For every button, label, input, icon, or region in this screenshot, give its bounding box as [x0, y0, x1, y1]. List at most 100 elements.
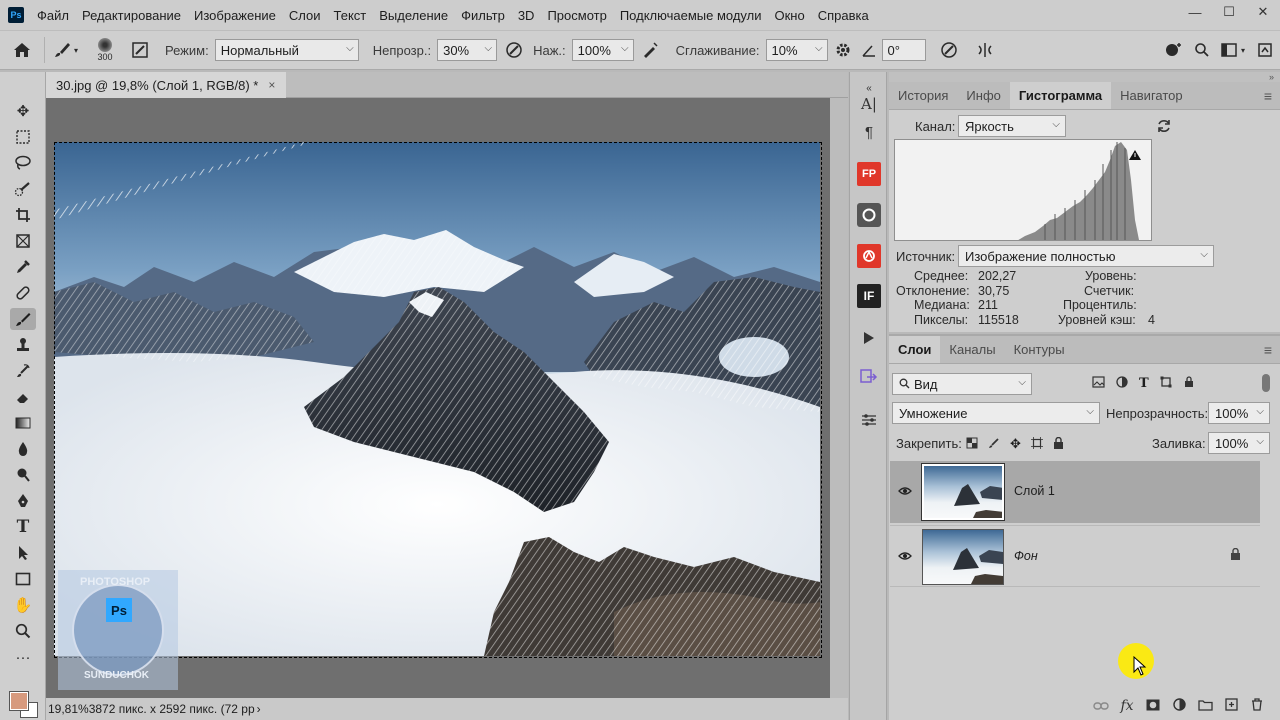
history-brush-tool-icon[interactable]	[10, 360, 36, 382]
filter-smart-object-icon[interactable]	[1183, 376, 1195, 391]
plugin-dark-icon[interactable]: IF	[857, 284, 881, 308]
visibility-eye-icon[interactable]	[898, 485, 912, 499]
menu-3d[interactable]: 3D	[518, 8, 535, 23]
menu-plugins[interactable]: Подключаемые модули	[620, 8, 762, 23]
visibility-eye-icon[interactable]	[898, 550, 912, 564]
layer-name[interactable]: Фон	[1014, 549, 1038, 563]
lock-icon[interactable]	[1230, 547, 1241, 563]
menu-select[interactable]: Выделение	[379, 8, 448, 23]
share-icon[interactable]	[1158, 35, 1188, 65]
move-tool-icon[interactable]: ✥	[10, 100, 36, 122]
menu-view[interactable]: Просмотр	[547, 8, 606, 23]
tab-history[interactable]: История	[889, 82, 957, 109]
clone-stamp-tool-icon[interactable]	[10, 334, 36, 356]
hand-tool-icon[interactable]: ✋	[10, 594, 36, 616]
pressure-size-icon[interactable]	[926, 35, 972, 65]
menu-help[interactable]: Справка	[818, 8, 869, 23]
delete-layer-icon[interactable]	[1244, 698, 1270, 714]
link-layers-icon[interactable]	[1088, 698, 1114, 714]
gradient-tool-icon[interactable]	[10, 412, 36, 434]
tab-channels[interactable]: Каналы	[940, 336, 1004, 363]
menu-file[interactable]: Файл	[37, 8, 69, 23]
menu-edit[interactable]: Редактирование	[82, 8, 181, 23]
brush-size-picker[interactable]: 300	[85, 35, 125, 65]
minimize-button[interactable]: —	[1178, 0, 1212, 24]
lock-transparent-icon[interactable]	[966, 437, 978, 452]
eyedropper-tool-icon[interactable]	[10, 256, 36, 278]
lock-all-icon[interactable]	[1053, 436, 1064, 452]
close-tab-icon[interactable]: ×	[268, 78, 275, 92]
menu-window[interactable]: Окно	[774, 8, 804, 23]
crop-tool-icon[interactable]	[10, 204, 36, 226]
panel-menu-icon[interactable]: ≡	[1256, 82, 1280, 109]
pressure-input[interactable]: 100% ⌵	[571, 39, 634, 61]
eraser-tool-icon[interactable]	[10, 386, 36, 408]
paragraph-panel-icon[interactable]: ¶	[857, 120, 881, 144]
opacity-input[interactable]: 30% ⌵	[437, 39, 498, 61]
menu-layers[interactable]: Слои	[289, 8, 321, 23]
rectangle-tool-icon[interactable]	[10, 568, 36, 590]
plugin-circle-icon[interactable]	[857, 203, 881, 227]
brush-preset-icon[interactable]: ▾	[45, 35, 85, 65]
character-panel-icon[interactable]: A|	[857, 92, 881, 116]
menu-type[interactable]: Текст	[334, 8, 367, 23]
refresh-histogram-icon[interactable]	[1156, 118, 1172, 137]
lock-pixels-icon[interactable]	[988, 437, 1000, 452]
quick-select-tool-icon[interactable]	[10, 178, 36, 200]
collapse-panels-icon[interactable]: »	[889, 72, 1280, 82]
brush-tool-icon[interactable]	[10, 308, 36, 330]
zoom-level[interactable]: 19,81%	[48, 702, 89, 716]
fill-input[interactable]: 100% ⌵	[1208, 432, 1270, 454]
filter-shape-icon[interactable]	[1160, 376, 1172, 391]
fp-plugin-icon[interactable]: FP	[857, 162, 881, 186]
new-group-icon[interactable]	[1192, 698, 1218, 714]
vertical-scrollbar[interactable]	[830, 98, 848, 698]
gear-icon[interactable]	[828, 35, 858, 65]
plugin-red-icon[interactable]	[857, 244, 881, 268]
panel-menu-icon[interactable]: ≡	[1256, 336, 1280, 363]
airbrush-icon[interactable]	[634, 35, 666, 65]
add-mask-icon[interactable]	[1140, 698, 1166, 714]
layer-row-background[interactable]: Фон	[890, 525, 1260, 587]
lasso-tool-icon[interactable]	[10, 152, 36, 174]
status-menu-icon[interactable]: ›	[257, 702, 261, 716]
tab-histogram[interactable]: Гистограмма	[1009, 82, 1112, 109]
play-action-icon[interactable]	[857, 326, 881, 350]
document-tab[interactable]: 30.jpg @ 19,8% (Слой 1, RGB/8) * ×	[46, 72, 286, 98]
tab-layers[interactable]: Слои	[889, 336, 941, 363]
healing-brush-tool-icon[interactable]	[10, 282, 36, 304]
layer-filter-select[interactable]: Вид ⌵	[892, 373, 1032, 395]
source-select[interactable]: Изображение полностью ⌵	[958, 245, 1214, 267]
blend-mode-select[interactable]: Умножение ⌵	[892, 402, 1100, 424]
lock-artboard-icon[interactable]	[1030, 436, 1043, 452]
filter-toggle[interactable]	[1262, 374, 1270, 392]
type-tool-icon[interactable]: T	[10, 516, 36, 538]
search-icon[interactable]	[1188, 35, 1216, 65]
tab-navigator[interactable]: Навигатор	[1111, 82, 1191, 109]
angle-input[interactable]: 0°	[881, 39, 926, 61]
smoothing-input[interactable]: 10% ⌵	[765, 39, 828, 61]
menu-filter[interactable]: Фильтр	[461, 8, 505, 23]
zoom-tool-icon[interactable]	[10, 620, 36, 642]
blur-tool-icon[interactable]	[10, 438, 36, 460]
frame-tool-icon[interactable]	[10, 230, 36, 252]
dodge-tool-icon[interactable]	[10, 464, 36, 486]
filter-image-icon[interactable]	[1092, 376, 1105, 391]
pen-tool-icon[interactable]	[10, 490, 36, 512]
filter-adjustment-icon[interactable]	[1116, 376, 1128, 391]
layer-opacity-input[interactable]: 100% ⌵	[1208, 402, 1270, 424]
close-window-button[interactable]: ✕	[1246, 0, 1280, 24]
menu-image[interactable]: Изображение	[194, 8, 276, 23]
adjustments-panel-icon[interactable]	[857, 408, 881, 432]
filter-type-icon[interactable]: T	[1139, 376, 1149, 391]
glyphs-panel-icon[interactable]	[857, 366, 881, 390]
layer-name[interactable]: Слой 1	[1014, 484, 1055, 498]
pressure-opacity-icon[interactable]	[497, 35, 531, 65]
symmetry-icon[interactable]	[972, 35, 998, 65]
new-layer-icon[interactable]	[1218, 698, 1244, 714]
new-adjustment-icon[interactable]	[1166, 698, 1192, 714]
channel-select[interactable]: Яркость ⌵	[958, 115, 1066, 137]
tab-info[interactable]: Инфо	[957, 82, 1009, 109]
expand-icon[interactable]	[1250, 35, 1280, 65]
lock-position-icon[interactable]: ✥	[1010, 436, 1021, 452]
